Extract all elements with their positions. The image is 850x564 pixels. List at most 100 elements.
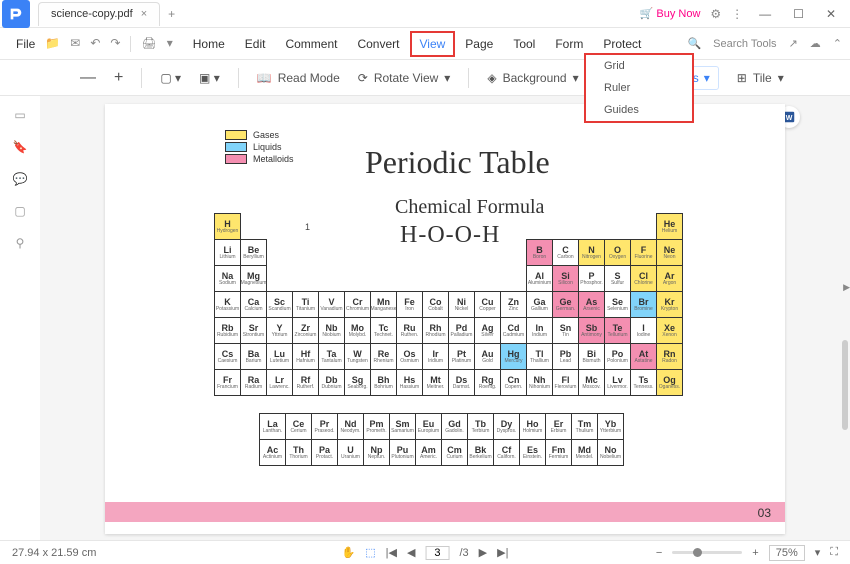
dropdown-item-ruler[interactable]: Ruler — [586, 77, 692, 99]
legend: Gases Liquids Metalloids — [225, 130, 294, 166]
element-Al: AlAluminium — [526, 265, 553, 292]
page-input[interactable] — [425, 546, 449, 560]
element-Ta: TaTantalum — [318, 343, 345, 370]
periodic-table: HHydrogenHeHeliumLiLithiumBeBerylliumBBo… — [215, 214, 683, 396]
element-Rf: RfRutherf. — [292, 369, 319, 396]
menu-page[interactable]: Page — [455, 31, 503, 57]
page-footer-bar — [105, 502, 785, 522]
element-Cn: CnCopern. — [500, 369, 527, 396]
dropdown-item-guides[interactable]: Guides — [586, 99, 692, 121]
last-page-icon[interactable]: ▶| — [497, 546, 508, 559]
file-menu[interactable]: File — [8, 33, 43, 55]
menu-convert[interactable]: Convert — [347, 31, 409, 57]
fullscreen-icon[interactable]: ⛶ — [830, 546, 838, 559]
element-Pu: PuPlutonium — [389, 439, 416, 466]
mail-icon[interactable]: ✉ — [70, 36, 80, 52]
search-tools[interactable]: Search Tools — [713, 38, 776, 50]
scrollbar[interactable] — [842, 200, 848, 504]
element-Y: YYttrium — [266, 317, 293, 344]
dropdown-item-grid[interactable]: Grid — [586, 55, 692, 77]
element-Co: CoCobalt — [422, 291, 449, 318]
next-page-icon[interactable]: ▶ — [479, 546, 487, 559]
element-Be: BeBeryllium — [240, 239, 267, 266]
maximize-button[interactable]: ☐ — [787, 3, 810, 25]
element-Te: TeTellurium — [604, 317, 631, 344]
prev-page-icon[interactable]: ◀ — [407, 546, 415, 559]
zoom-in-button[interactable]: + — [114, 69, 123, 87]
element-Po: PoPolonium — [604, 343, 631, 370]
settings-icon[interactable]: ⚙ — [710, 7, 721, 21]
tile-button[interactable]: ⊞ Tile ▾ — [737, 71, 784, 85]
fit-page-button[interactable]: ▢ ▾ — [160, 71, 181, 85]
element-Np: NpNeptun. — [363, 439, 390, 466]
share-icon[interactable]: ↗ — [789, 37, 798, 50]
svg-text:W: W — [786, 115, 793, 122]
hand-tool-icon[interactable]: ✋ — [342, 546, 356, 559]
search-icon[interactable]: 🔍 — [687, 37, 701, 50]
element-Am: AmAmeric. — [415, 439, 442, 466]
element-Ce: CeCerium — [285, 413, 312, 440]
element-Na: NaSodium — [214, 265, 241, 292]
element-C: CCarbon — [552, 239, 579, 266]
menu-tool[interactable]: Tool — [503, 31, 545, 57]
page-dimensions: 27.94 x 21.59 cm — [12, 547, 96, 559]
add-tab-icon[interactable]: + — [168, 7, 175, 21]
open-icon[interactable]: 📁 — [45, 36, 60, 52]
read-mode-button[interactable]: 📖 Read Mode — [257, 71, 340, 85]
buy-now-link[interactable]: 🛒 Buy Now — [640, 7, 701, 20]
menu-home[interactable]: Home — [183, 31, 235, 57]
first-page-icon[interactable]: |◀ — [386, 546, 397, 559]
cloud-icon[interactable]: ☁ — [810, 37, 821, 50]
element-Zn: ZnZinc — [500, 291, 527, 318]
element-As: AsArsenic — [578, 291, 605, 318]
app-logo[interactable] — [2, 0, 30, 28]
element-Eu: EuEuropium — [415, 413, 442, 440]
zoom-dd-icon[interactable]: ▾ — [815, 546, 821, 559]
zoom-slider[interactable] — [672, 551, 742, 554]
element-Es: EsEinstein. — [519, 439, 546, 466]
bookmarks-icon[interactable]: 🔖 — [13, 140, 28, 154]
element-Ag: AgSilver — [474, 317, 501, 344]
element-Cd: CdCadmium — [500, 317, 527, 344]
undo-icon[interactable]: ↶ — [90, 36, 100, 52]
element-Rb: RbRubidium — [214, 317, 241, 344]
close-button[interactable]: ✕ — [820, 3, 842, 25]
fit-width-button[interactable]: ▣ ▾ — [199, 71, 220, 85]
chevron-down-icon: ▾ — [778, 71, 784, 85]
element-La: LaLanthan. — [259, 413, 286, 440]
print-dd-icon[interactable]: ▾ — [167, 36, 173, 52]
element-No: NoNobelium — [597, 439, 624, 466]
element-O: OOxygen — [604, 239, 631, 266]
menu-edit[interactable]: Edit — [235, 31, 276, 57]
rotate-view-button[interactable]: ⟳ Rotate View ▾ — [358, 71, 451, 85]
zoom-out-button[interactable]: — — [80, 69, 96, 87]
element-Cu: CuCopper — [474, 291, 501, 318]
more-icon[interactable]: ⋮ — [731, 7, 743, 21]
attachments-icon[interactable]: ▢ — [14, 204, 25, 218]
menu-comment[interactable]: Comment — [275, 31, 347, 57]
zoom-in-icon[interactable]: + — [752, 547, 758, 559]
select-tool-icon[interactable]: ⬚ — [365, 546, 375, 559]
element-Pd: PdPalladium — [448, 317, 475, 344]
element-N: NNitrogen — [578, 239, 605, 266]
thumbnails-icon[interactable]: ▭ — [14, 108, 25, 122]
element-Sb: SbAntimony — [578, 317, 605, 344]
element-Ne: NeNeon — [656, 239, 683, 266]
minimize-button[interactable]: — — [753, 3, 777, 25]
chevron-up-icon[interactable]: ⌃ — [833, 37, 842, 50]
tab-close-icon[interactable]: × — [141, 8, 147, 20]
document-tab[interactable]: science-copy.pdf × — [38, 2, 160, 26]
document-canvas[interactable]: W Gases Liquids Metalloids Periodic Tabl… — [40, 96, 850, 540]
search-icon[interactable]: ⚲ — [16, 236, 25, 250]
menu-view[interactable]: View — [410, 31, 456, 57]
comments-icon[interactable]: 💬 — [13, 172, 28, 186]
element-Zr: ZrZirconium — [292, 317, 319, 344]
background-button[interactable]: ◈ Background ▾ — [487, 71, 578, 85]
zoom-out-icon[interactable]: − — [656, 547, 662, 559]
element-Fl: FlFlerovium — [552, 369, 579, 396]
print-icon[interactable]: 🖨 — [141, 36, 156, 52]
redo-icon[interactable]: ↷ — [110, 36, 120, 52]
element-Cm: CmCurium — [441, 439, 468, 466]
element-Lr: LrLawrenc. — [266, 369, 293, 396]
element-Ga: GaGallium — [526, 291, 553, 318]
